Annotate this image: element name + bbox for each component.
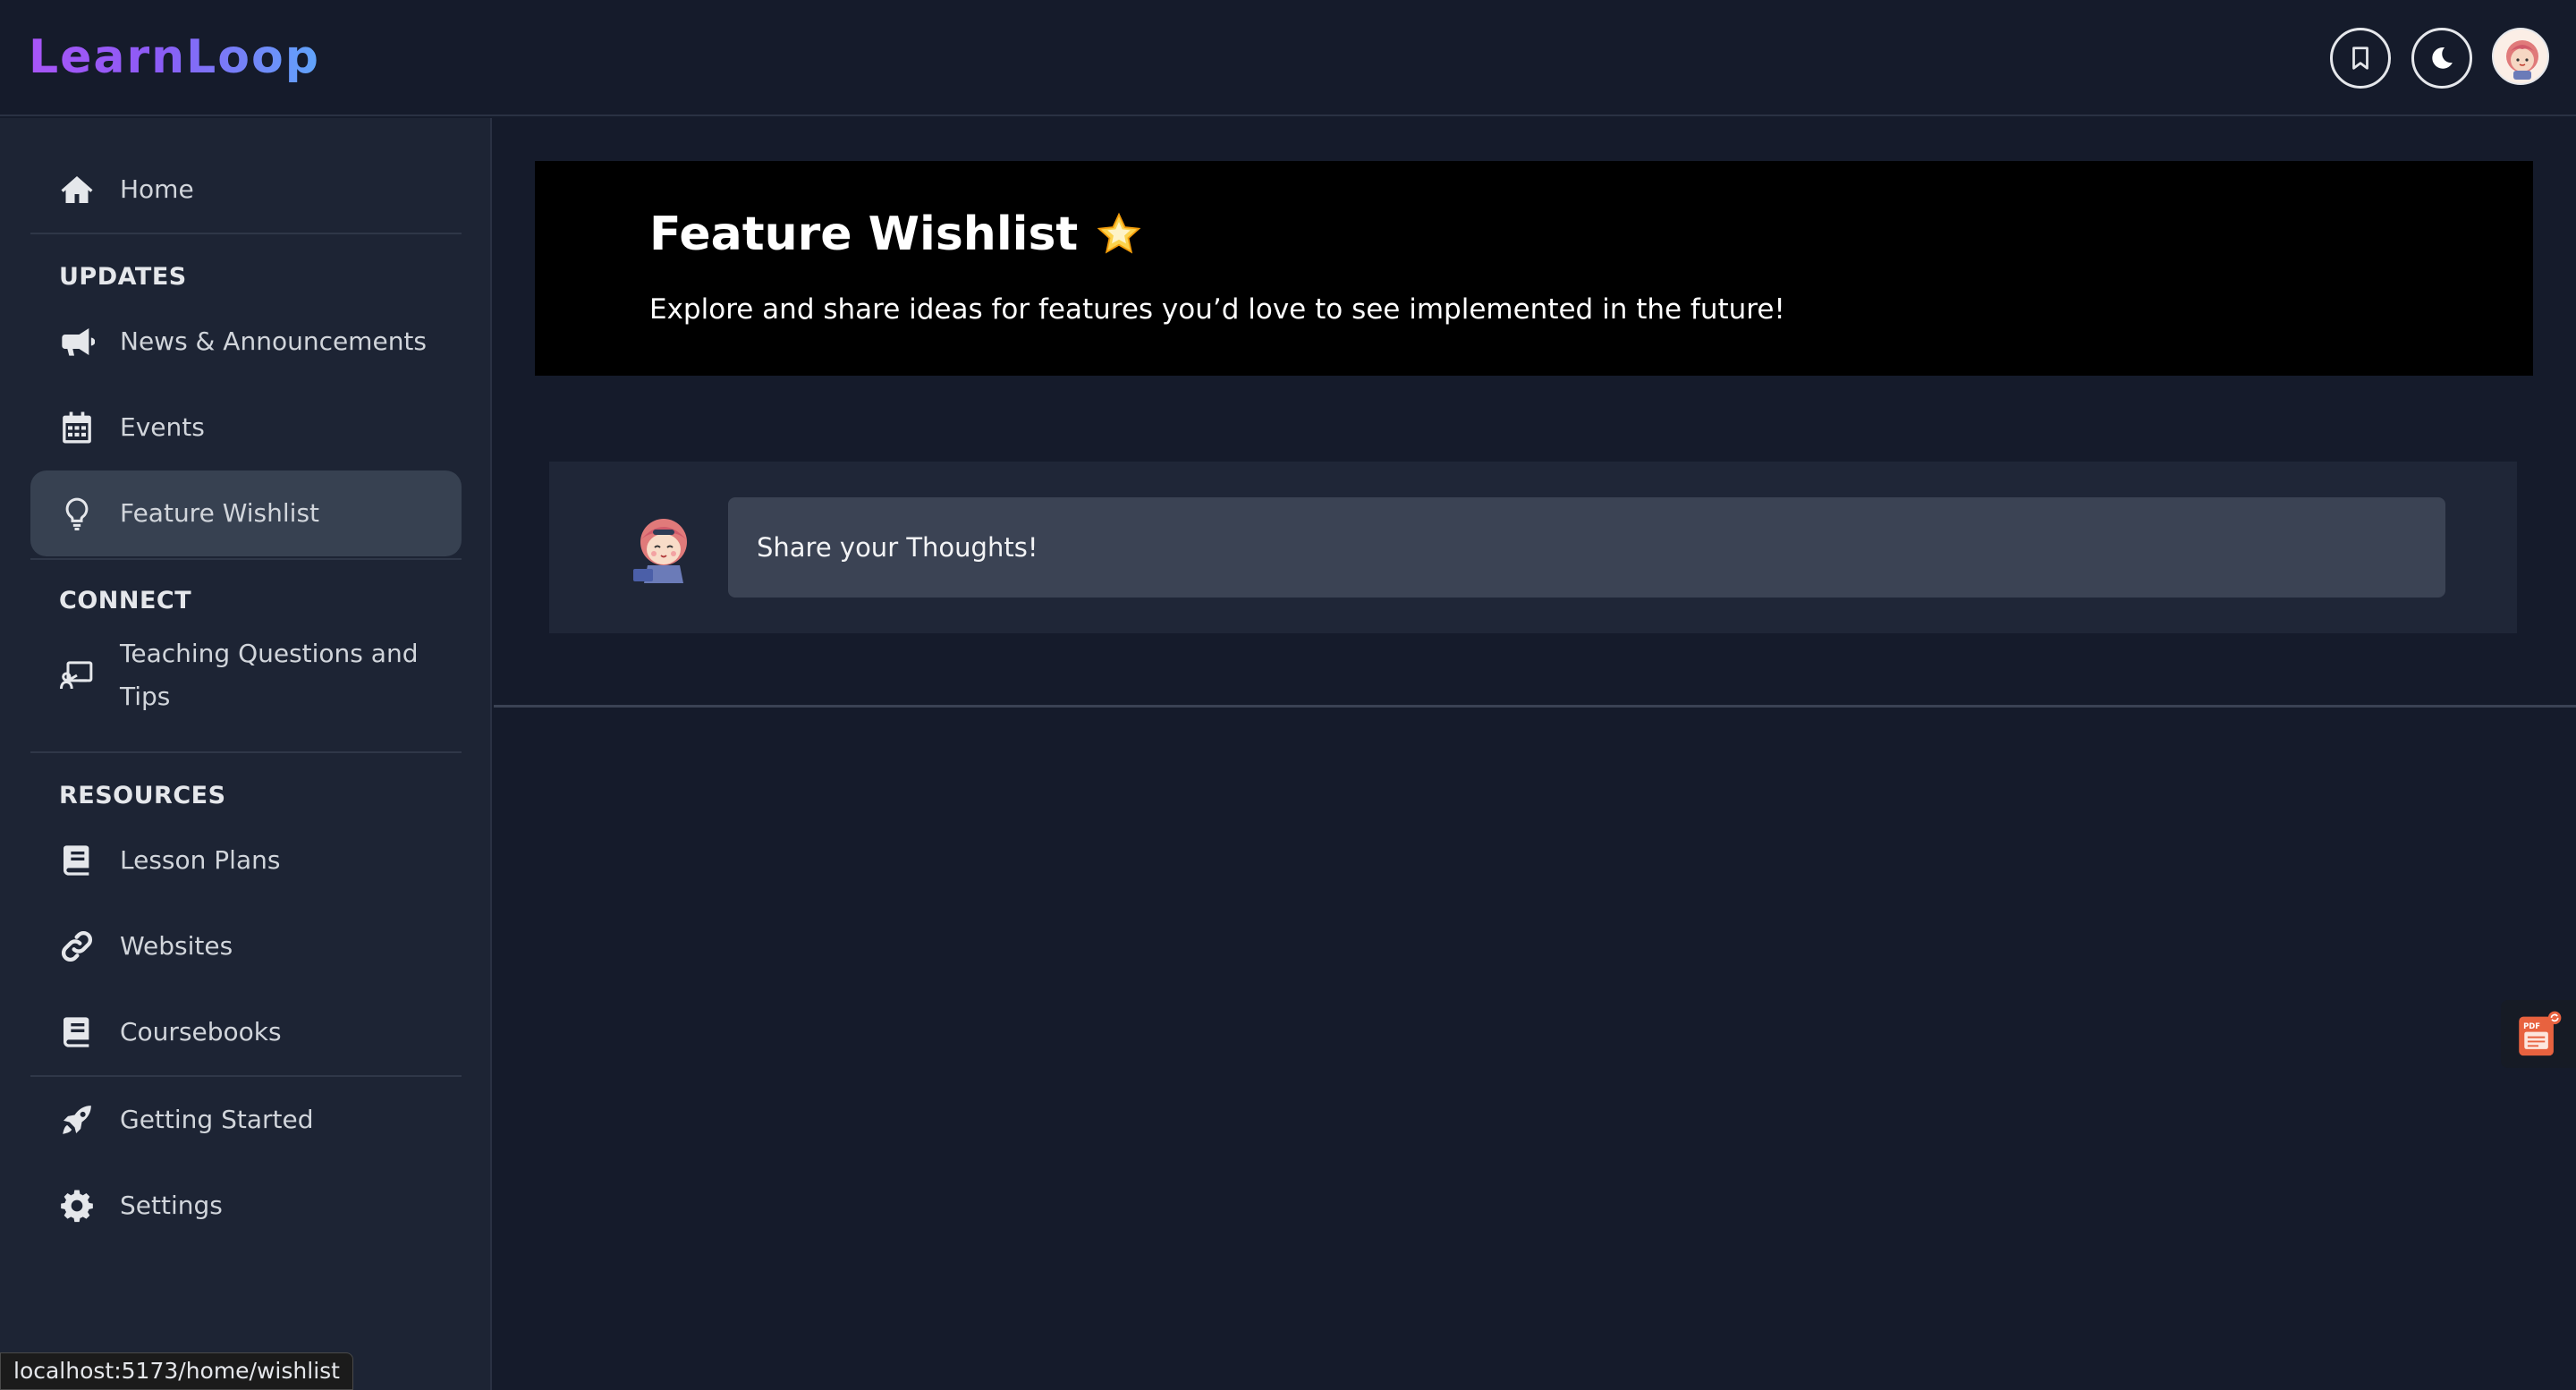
- sidebar-item-label: Events: [120, 412, 205, 442]
- sidebar-item-label: Settings: [120, 1191, 223, 1220]
- bookmark-icon: [2352, 47, 2368, 70]
- divider: [30, 558, 462, 560]
- moon-icon: [2432, 47, 2453, 69]
- top-bar: LearnLoop: [0, 0, 2576, 116]
- book-icon: [57, 1013, 97, 1052]
- sidebar-item-events[interactable]: Events: [30, 385, 462, 470]
- section-heading-updates: UPDATES: [59, 263, 187, 291]
- sidebar-item-label: Websites: [120, 931, 233, 961]
- sidebar-item-label: Teaching Questions and Tips: [120, 632, 418, 718]
- sidebar-item-teaching-questions[interactable]: Teaching Questions and Tips: [30, 626, 462, 725]
- sidebar-item-websites[interactable]: Websites: [30, 903, 462, 989]
- link-icon: [57, 927, 97, 966]
- star-icon: [1097, 212, 1141, 254]
- sidebar-item-label: Feature Wishlist: [120, 498, 320, 528]
- calendar-icon: [57, 408, 97, 447]
- sidebar-item-settings[interactable]: Settings: [30, 1163, 462, 1249]
- section-heading-connect: CONNECT: [59, 587, 192, 614]
- sidebar-item-feature-wishlist[interactable]: Feature Wishlist: [30, 470, 462, 556]
- bookmark-button[interactable]: [2330, 28, 2391, 89]
- divider: [30, 233, 462, 234]
- gear-icon: [57, 1186, 97, 1225]
- pdf-tool-button[interactable]: PDF: [2501, 1000, 2576, 1068]
- pdf-icon: PDF: [2519, 1011, 2562, 1056]
- sidebar-item-home[interactable]: Home: [30, 147, 462, 233]
- page-subtitle: Explore and share ideas for features you…: [649, 293, 1785, 326]
- avatar-icon: [633, 519, 687, 583]
- sidebar: Home UPDATES News & Announcements Events…: [0, 118, 492, 1390]
- user-avatar[interactable]: [2492, 28, 2549, 85]
- svg-text:PDF: PDF: [2523, 1021, 2540, 1030]
- browser-status-url: localhost:5173/home/wishlist: [0, 1352, 353, 1390]
- page-title: Feature Wishlist: [649, 208, 1079, 261]
- chalkboard-icon: [57, 656, 97, 695]
- rocket-icon: [57, 1100, 97, 1140]
- theme-toggle-button[interactable]: [2411, 28, 2472, 89]
- sidebar-item-news[interactable]: News & Announcements: [30, 299, 462, 385]
- sidebar-item-label: News & Announcements: [120, 326, 427, 356]
- lightbulb-icon: [57, 494, 97, 533]
- sidebar-item-label: Getting Started: [120, 1105, 314, 1134]
- sidebar-item-label-line1: Teaching Questions and: [120, 639, 419, 668]
- sidebar-item-label: Coursebooks: [120, 1017, 282, 1047]
- share-thoughts-input[interactable]: Share your Thoughts!: [728, 497, 2445, 598]
- section-heading-resources: RESOURCES: [59, 782, 226, 809]
- sidebar-item-label: Lesson Plans: [120, 845, 281, 875]
- avatar-icon: [2506, 40, 2538, 80]
- page-title-row: Feature Wishlist: [649, 208, 1144, 261]
- sidebar-item-coursebooks[interactable]: Coursebooks: [30, 989, 462, 1075]
- page-header-banner: Feature Wishlist Explore and share ideas…: [535, 161, 2533, 376]
- home-icon: [57, 170, 97, 209]
- sidebar-item-getting-started[interactable]: Getting Started: [30, 1077, 462, 1163]
- book-icon: [57, 841, 97, 880]
- divider: [30, 751, 462, 753]
- sidebar-item-label: Home: [120, 174, 194, 204]
- content-divider: [494, 705, 2576, 708]
- app-logo[interactable]: LearnLoop: [29, 30, 320, 84]
- sidebar-item-label-line2: Tips: [120, 682, 171, 711]
- sidebar-item-lesson-plans[interactable]: Lesson Plans: [30, 818, 462, 903]
- compose-card: Share your Thoughts!: [549, 462, 2517, 633]
- megaphone-icon: [57, 322, 97, 361]
